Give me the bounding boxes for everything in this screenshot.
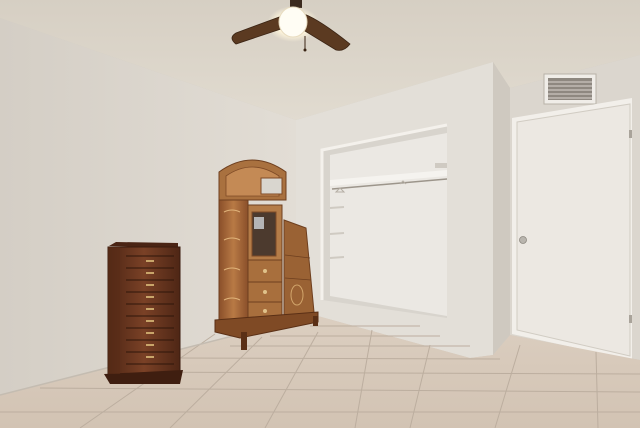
room-illustration: [0, 0, 640, 428]
wall-pillar: [493, 62, 510, 355]
door-knob: [519, 236, 527, 244]
fan-light: [278, 6, 308, 38]
room-photo: [0, 0, 640, 428]
jewelry-armoire: [104, 242, 183, 384]
open-closet: [320, 123, 448, 318]
closet-door: [512, 98, 632, 360]
hvac-vent: [543, 73, 597, 105]
